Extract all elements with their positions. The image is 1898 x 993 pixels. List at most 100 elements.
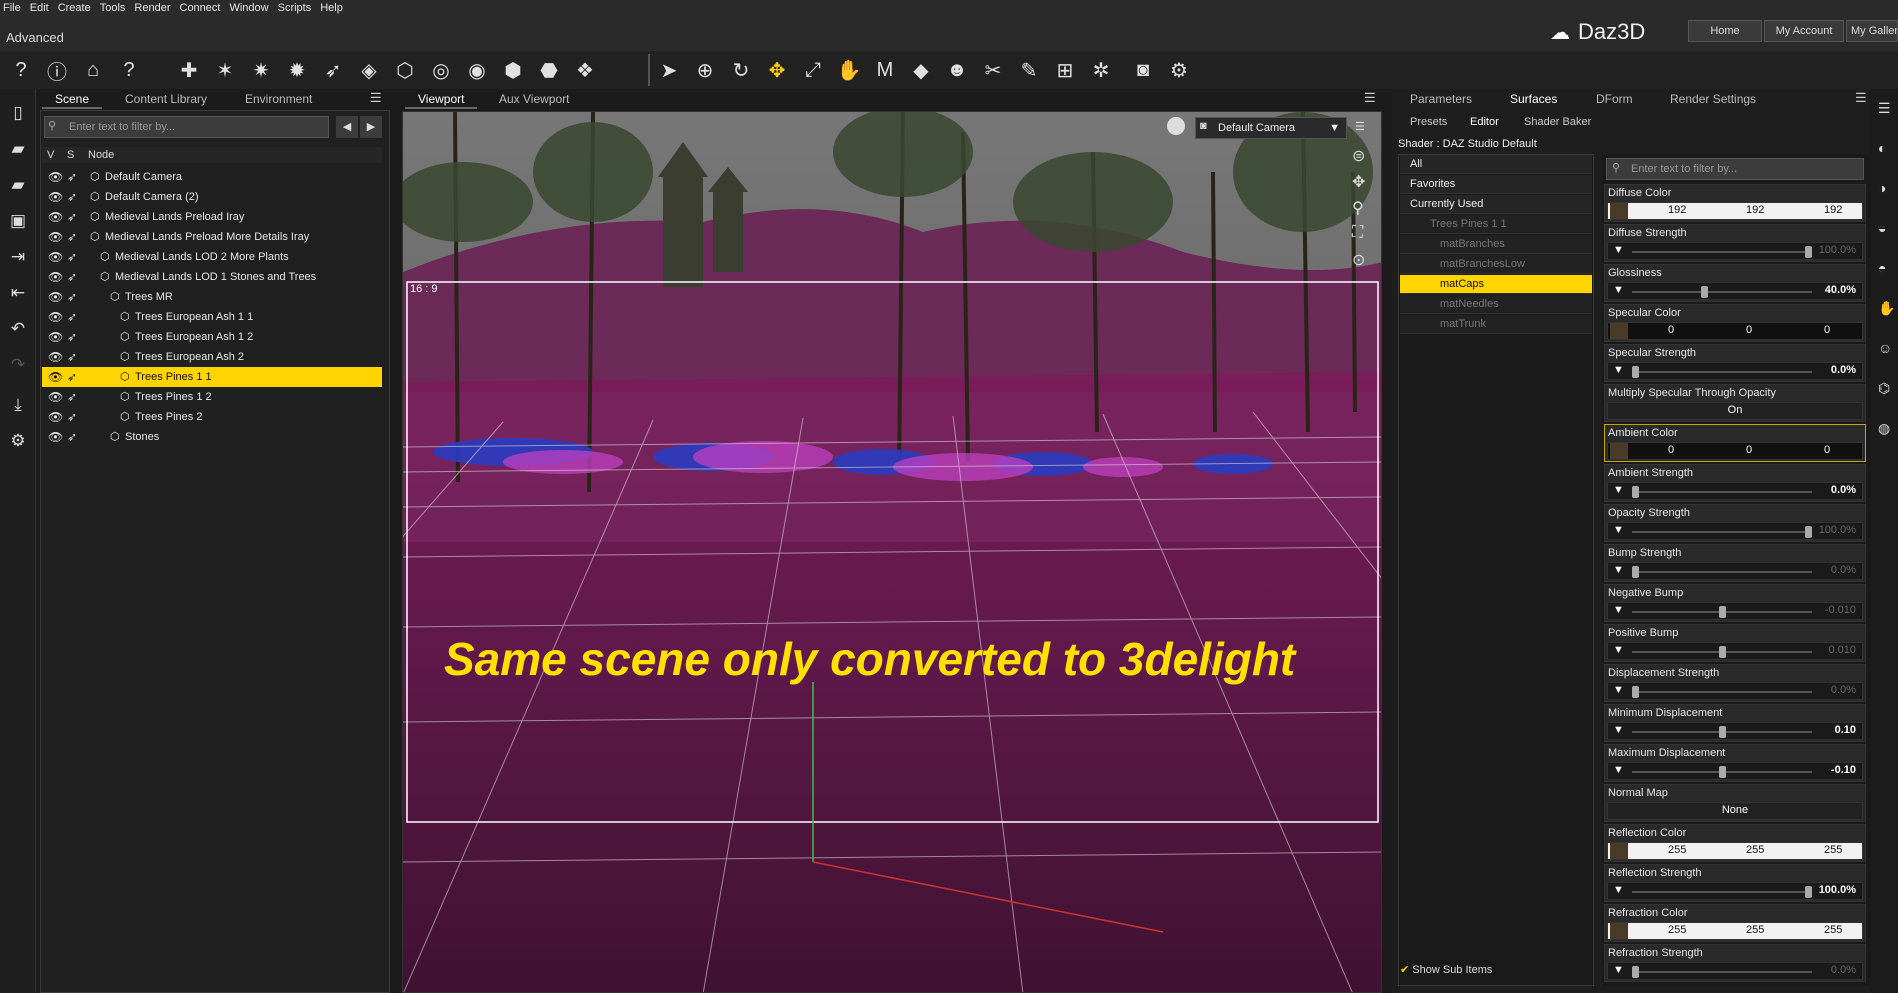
slider-knob[interactable]: [1718, 766, 1726, 778]
subtab-editor[interactable]: Editor: [1470, 113, 1499, 131]
node-select-icon[interactable]: ⊕: [690, 55, 720, 85]
property-value[interactable]: 0 0 0: [1607, 322, 1863, 340]
render-settings-icon[interactable]: ✲: [1086, 55, 1116, 85]
tips-icon[interactable]: ?: [114, 55, 144, 85]
selectable-cursor-icon[interactable]: ➶: [67, 327, 77, 347]
surface-item[interactable]: matBranches: [1400, 235, 1592, 254]
selectable-cursor-icon[interactable]: ➶: [67, 267, 77, 287]
rail-tool-8-icon[interactable]: ◍: [1878, 420, 1890, 437]
rail-tool-5-icon[interactable]: ✋: [1878, 300, 1895, 317]
visibility-eye-icon[interactable]: 👁: [48, 347, 63, 367]
tree-row[interactable]: 👁 ➶ ⬡ Trees European Ash 2: [42, 347, 382, 367]
spot-render-icon[interactable]: ⊞: [1050, 55, 1080, 85]
dropdown-arrow-icon[interactable]: ▼: [1613, 964, 1624, 976]
surface-root[interactable]: Trees Pines 1 1: [1400, 215, 1592, 234]
scene-panel-menu-icon[interactable]: ☰: [370, 90, 382, 106]
my-gallery-button[interactable]: My Gallery: [1846, 20, 1898, 42]
plane-icon[interactable]: ◉: [462, 55, 492, 85]
visibility-eye-icon[interactable]: 👁: [48, 207, 63, 227]
slider-knob[interactable]: [1718, 646, 1726, 658]
universal-tool-icon[interactable]: ✥: [762, 55, 792, 85]
property-slider[interactable]: [1632, 886, 1812, 898]
point-light-icon[interactable]: ✹: [282, 55, 312, 85]
tree-row[interactable]: 👁 ➶ ⬡ Trees Pines 2: [42, 407, 382, 427]
property-value[interactable]: ▼ 0.0%: [1607, 362, 1863, 380]
slider-knob[interactable]: [1632, 686, 1639, 698]
rail-tool-1-icon[interactable]: ◐: [1878, 140, 1886, 156]
selectable-cursor-icon[interactable]: ➶: [67, 207, 77, 227]
selectable-cursor-icon[interactable]: ➶: [67, 247, 77, 267]
color-swatch[interactable]: [1610, 323, 1628, 339]
rail-tool-4-icon[interactable]: ◓: [1878, 260, 1886, 276]
tree-row[interactable]: 👁 ➶ ⬡ Medieval Lands LOD 1 Stones and Trees: [42, 267, 382, 287]
selectable-cursor-icon[interactable]: ➶: [67, 347, 77, 367]
property-value[interactable]: ▼ 100.0%: [1607, 522, 1863, 540]
camera-tool-icon[interactable]: ✚: [174, 55, 204, 85]
selectable-cursor-icon[interactable]: ➶: [67, 407, 77, 427]
property-value[interactable]: 0 0 0: [1607, 442, 1863, 460]
color-swatch[interactable]: [1610, 203, 1628, 219]
rail-tool-3-icon[interactable]: ◒: [1878, 220, 1886, 236]
property-value[interactable]: ▼ 40.0%: [1607, 282, 1863, 300]
slider-knob[interactable]: [1718, 606, 1726, 618]
distant-light-icon[interactable]: ➶: [318, 55, 348, 85]
color-swatch[interactable]: [1610, 923, 1628, 939]
selectable-cursor-icon[interactable]: ➶: [67, 387, 77, 407]
property-slider[interactable]: [1632, 686, 1812, 698]
home-icon[interactable]: ⌂: [78, 55, 108, 85]
property-value[interactable]: 255 255 255: [1607, 842, 1863, 860]
viewport-options-icon[interactable]: ☰: [1355, 120, 1365, 133]
menu-edit[interactable]: Edit: [30, 2, 49, 14]
dropdown-arrow-icon[interactable]: ▼: [1613, 564, 1624, 576]
property-value[interactable]: ▼ -0.010: [1607, 602, 1863, 620]
merge-icon[interactable]: ▰: [5, 172, 31, 198]
visibility-eye-icon[interactable]: 👁: [48, 407, 63, 427]
selectable-cursor-icon[interactable]: ➶: [67, 187, 77, 207]
menu-help[interactable]: Help: [320, 2, 343, 14]
menu-connect[interactable]: Connect: [180, 2, 221, 14]
property-slider[interactable]: [1632, 766, 1812, 778]
prev-arrow-button[interactable]: ◀: [336, 116, 358, 138]
tree-row[interactable]: 👁 ➶ ⬡ Stones: [42, 427, 382, 447]
tree-row[interactable]: 👁 ➶ ⬡ Medieval Lands Preload More Details I…: [42, 227, 382, 247]
selectable-cursor-icon[interactable]: ➶: [67, 227, 77, 247]
surface-item[interactable]: matCaps: [1400, 275, 1592, 294]
slider-knob[interactable]: [1718, 726, 1726, 738]
property-slider[interactable]: [1632, 566, 1812, 578]
dropdown-arrow-icon[interactable]: ▼: [1613, 604, 1624, 616]
node-weight-icon[interactable]: M: [870, 55, 900, 85]
menu-render[interactable]: Render: [134, 2, 170, 14]
help-icon[interactable]: ⓘ: [42, 55, 72, 85]
frame-icon[interactable]: ⛶: [1352, 224, 1363, 242]
property-slider[interactable]: [1632, 726, 1812, 738]
tree-row[interactable]: 👁 ➶ ⬡ Medieval Lands Preload Iray: [42, 207, 382, 227]
menu-scripts[interactable]: Scripts: [278, 2, 312, 14]
drop-to-floor-icon[interactable]: ⤓: [5, 392, 31, 418]
color-swatch[interactable]: [1610, 843, 1628, 859]
surface-item[interactable]: matNeedles: [1400, 295, 1592, 314]
instance-icon[interactable]: ⬣: [534, 55, 564, 85]
viewport-menu-icon[interactable]: ☰: [1364, 90, 1376, 106]
rail-tool-2-icon[interactable]: ◑: [1878, 180, 1886, 196]
property-slider[interactable]: [1632, 966, 1812, 978]
viewport-canvas[interactable]: [402, 111, 1382, 993]
dropdown-arrow-icon[interactable]: ▼: [1613, 244, 1624, 256]
zoom-icon[interactable]: ⚲: [1352, 198, 1364, 218]
dropdown-arrow-icon[interactable]: ▼: [1613, 484, 1624, 496]
category-all[interactable]: All: [1400, 155, 1592, 174]
geometry-editor-icon[interactable]: ◆: [906, 55, 936, 85]
property-filter-input[interactable]: Enter text to filter by...: [1606, 158, 1864, 180]
property-value[interactable]: 192 192 192: [1607, 202, 1863, 220]
category-currently-used[interactable]: Currently Used: [1400, 195, 1592, 214]
menu-tools[interactable]: Tools: [100, 2, 126, 14]
dropdown-arrow-icon[interactable]: ▼: [1613, 684, 1624, 696]
property-value[interactable]: ▼ 0.10: [1607, 722, 1863, 740]
property-slider[interactable]: [1632, 286, 1812, 298]
visibility-eye-icon[interactable]: 👁: [48, 307, 63, 327]
property-value[interactable]: ▼ 0.010: [1607, 642, 1863, 660]
visibility-eye-icon[interactable]: 👁: [48, 387, 63, 407]
select-tool-icon[interactable]: ➤: [654, 55, 684, 85]
null-icon[interactable]: ◎: [426, 55, 456, 85]
menu-create[interactable]: Create: [58, 2, 91, 14]
scene-filter-input[interactable]: Enter text to filter by...: [44, 116, 329, 138]
